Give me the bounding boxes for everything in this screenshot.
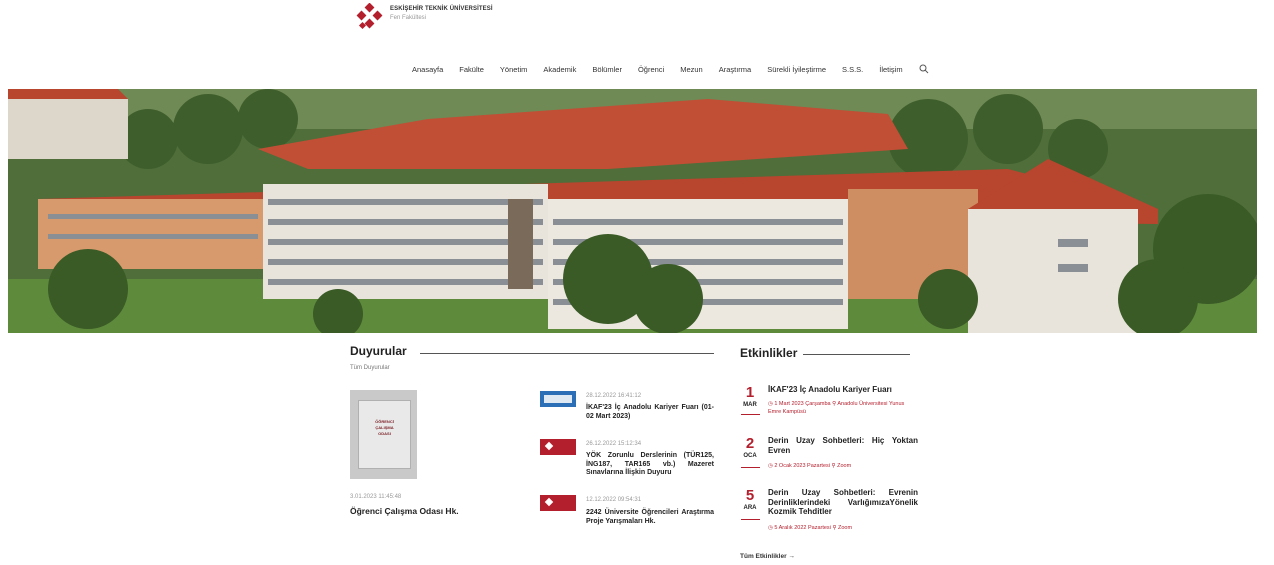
event-day: 5 bbox=[745, 487, 755, 504]
announcement-title[interactable]: 2242 Üniversite Öğrencileri Araştırma Pr… bbox=[586, 509, 714, 526]
nav-item-yonetim[interactable]: Yönetim bbox=[500, 65, 528, 74]
all-announcements-link[interactable]: Tüm Duyurular bbox=[350, 365, 390, 371]
clock-icon: ◷ bbox=[768, 525, 773, 531]
event-day: 1 bbox=[745, 384, 755, 401]
nav-item-bolumler[interactable]: Bölümler bbox=[592, 65, 622, 74]
announcements-divider bbox=[420, 353, 714, 354]
announcement-thumbnail[interactable] bbox=[540, 495, 576, 511]
location-pin-icon: ⚲ bbox=[832, 525, 837, 531]
event-day: 2 bbox=[745, 435, 755, 452]
nav-item-mezun[interactable]: Mezun bbox=[680, 65, 703, 74]
clock-icon: ◷ bbox=[768, 401, 773, 407]
nav-item-arastirma[interactable]: Araştırma bbox=[719, 65, 752, 74]
announcement-title[interactable]: YÖK Zorunlu Derslerinin (TÜR125, İNG187,… bbox=[586, 452, 714, 478]
event-title[interactable]: Derin Uzay Sohbetleri: Hiç Yoktan Evren bbox=[768, 436, 918, 455]
announcement-title[interactable]: İKAF'23 İç Anadolu Kariyer Fuarı (01-02 … bbox=[586, 404, 714, 421]
event-title[interactable]: Derin Uzay Sohbetleri: Evrenin Derinlikl… bbox=[768, 488, 918, 517]
event-divider bbox=[741, 414, 760, 415]
featured-announcement-image[interactable]: ÖĞRENCİ ÇALIŞMA ODASI bbox=[350, 390, 417, 479]
poster-line: ÖĞRENCİ bbox=[375, 419, 394, 424]
location-pin-icon: ⚲ bbox=[831, 463, 836, 469]
event-month: ARA bbox=[743, 505, 757, 511]
event-place: Zoom bbox=[838, 525, 853, 531]
event-place: Zoom bbox=[837, 463, 852, 469]
nav-item-ogrenci[interactable]: Öğrenci bbox=[638, 65, 664, 74]
nav-item-akademik[interactable]: Akademik bbox=[543, 65, 576, 74]
announcement-date: 28.12.2022 16:41:12 bbox=[586, 393, 642, 399]
announcements-title: Duyurular bbox=[350, 344, 407, 358]
search-icon[interactable] bbox=[919, 64, 929, 74]
event-month: MAR bbox=[743, 402, 757, 408]
main-nav: Anasayfa Fakülte Yönetim Akademik Bölüml… bbox=[412, 62, 929, 76]
announcement-thumbnail[interactable] bbox=[540, 439, 576, 455]
all-events-link[interactable]: Tüm Etkinlikler → bbox=[740, 553, 795, 560]
event-title[interactable]: İKAF'23 İç Anadolu Kariyer Fuarı bbox=[768, 385, 918, 395]
announcement-thumbnail[interactable] bbox=[540, 391, 576, 407]
university-logo[interactable] bbox=[355, 3, 385, 33]
university-name: ESKİŞEHİR TEKNİK ÜNİVERSİTESİ bbox=[390, 6, 493, 12]
event-time: 5 Aralık 2022 Pazartesi bbox=[774, 525, 831, 531]
nav-item-iletisim[interactable]: İletişim bbox=[879, 65, 902, 74]
event-meta: ◷ 1 Mart 2023 Çarşamba ⚲ Anadolu Ünivers… bbox=[768, 400, 918, 416]
featured-announcement-title[interactable]: Öğrenci Çalışma Odası Hk. bbox=[350, 506, 459, 516]
nav-item-sss[interactable]: S.S.S. bbox=[842, 65, 863, 74]
event-divider bbox=[741, 467, 760, 468]
nav-item-anasayfa[interactable]: Anasayfa bbox=[412, 65, 443, 74]
featured-announcement-date: 3.01.2023 11:45:48 bbox=[350, 494, 402, 500]
event-divider bbox=[741, 519, 760, 520]
campus-hero-image bbox=[8, 89, 1257, 333]
clock-icon: ◷ bbox=[768, 463, 773, 469]
poster-card: ÖĞRENCİ ÇALIŞMA ODASI bbox=[358, 400, 411, 469]
poster-line: ODASI bbox=[378, 431, 391, 436]
faculty-name: Fen Fakültesi bbox=[390, 15, 427, 21]
nav-item-fakulte[interactable]: Fakülte bbox=[459, 65, 484, 74]
announcement-date: 26.12.2022 15:12:34 bbox=[586, 441, 642, 447]
announcement-date: 12.12.2022 09:54:31 bbox=[586, 497, 642, 503]
event-meta: ◷ 5 Aralık 2022 Pazartesi ⚲ Zoom bbox=[768, 524, 918, 532]
event-meta: ◷ 2 Ocak 2023 Pazartesi ⚲ Zoom bbox=[768, 462, 918, 470]
event-time: 2 Ocak 2023 Pazartesi bbox=[774, 463, 830, 469]
event-time: 1 Mart 2023 Çarşamba bbox=[774, 401, 831, 407]
location-pin-icon: ⚲ bbox=[832, 401, 837, 407]
events-title: Etkinlikler bbox=[740, 346, 798, 360]
poster-line: ÇALIŞMA bbox=[375, 425, 394, 430]
nav-item-surekli-iyilestirme[interactable]: Sürekli İyileştirme bbox=[767, 65, 826, 74]
event-month: OCA bbox=[743, 453, 757, 459]
events-divider bbox=[803, 354, 910, 355]
